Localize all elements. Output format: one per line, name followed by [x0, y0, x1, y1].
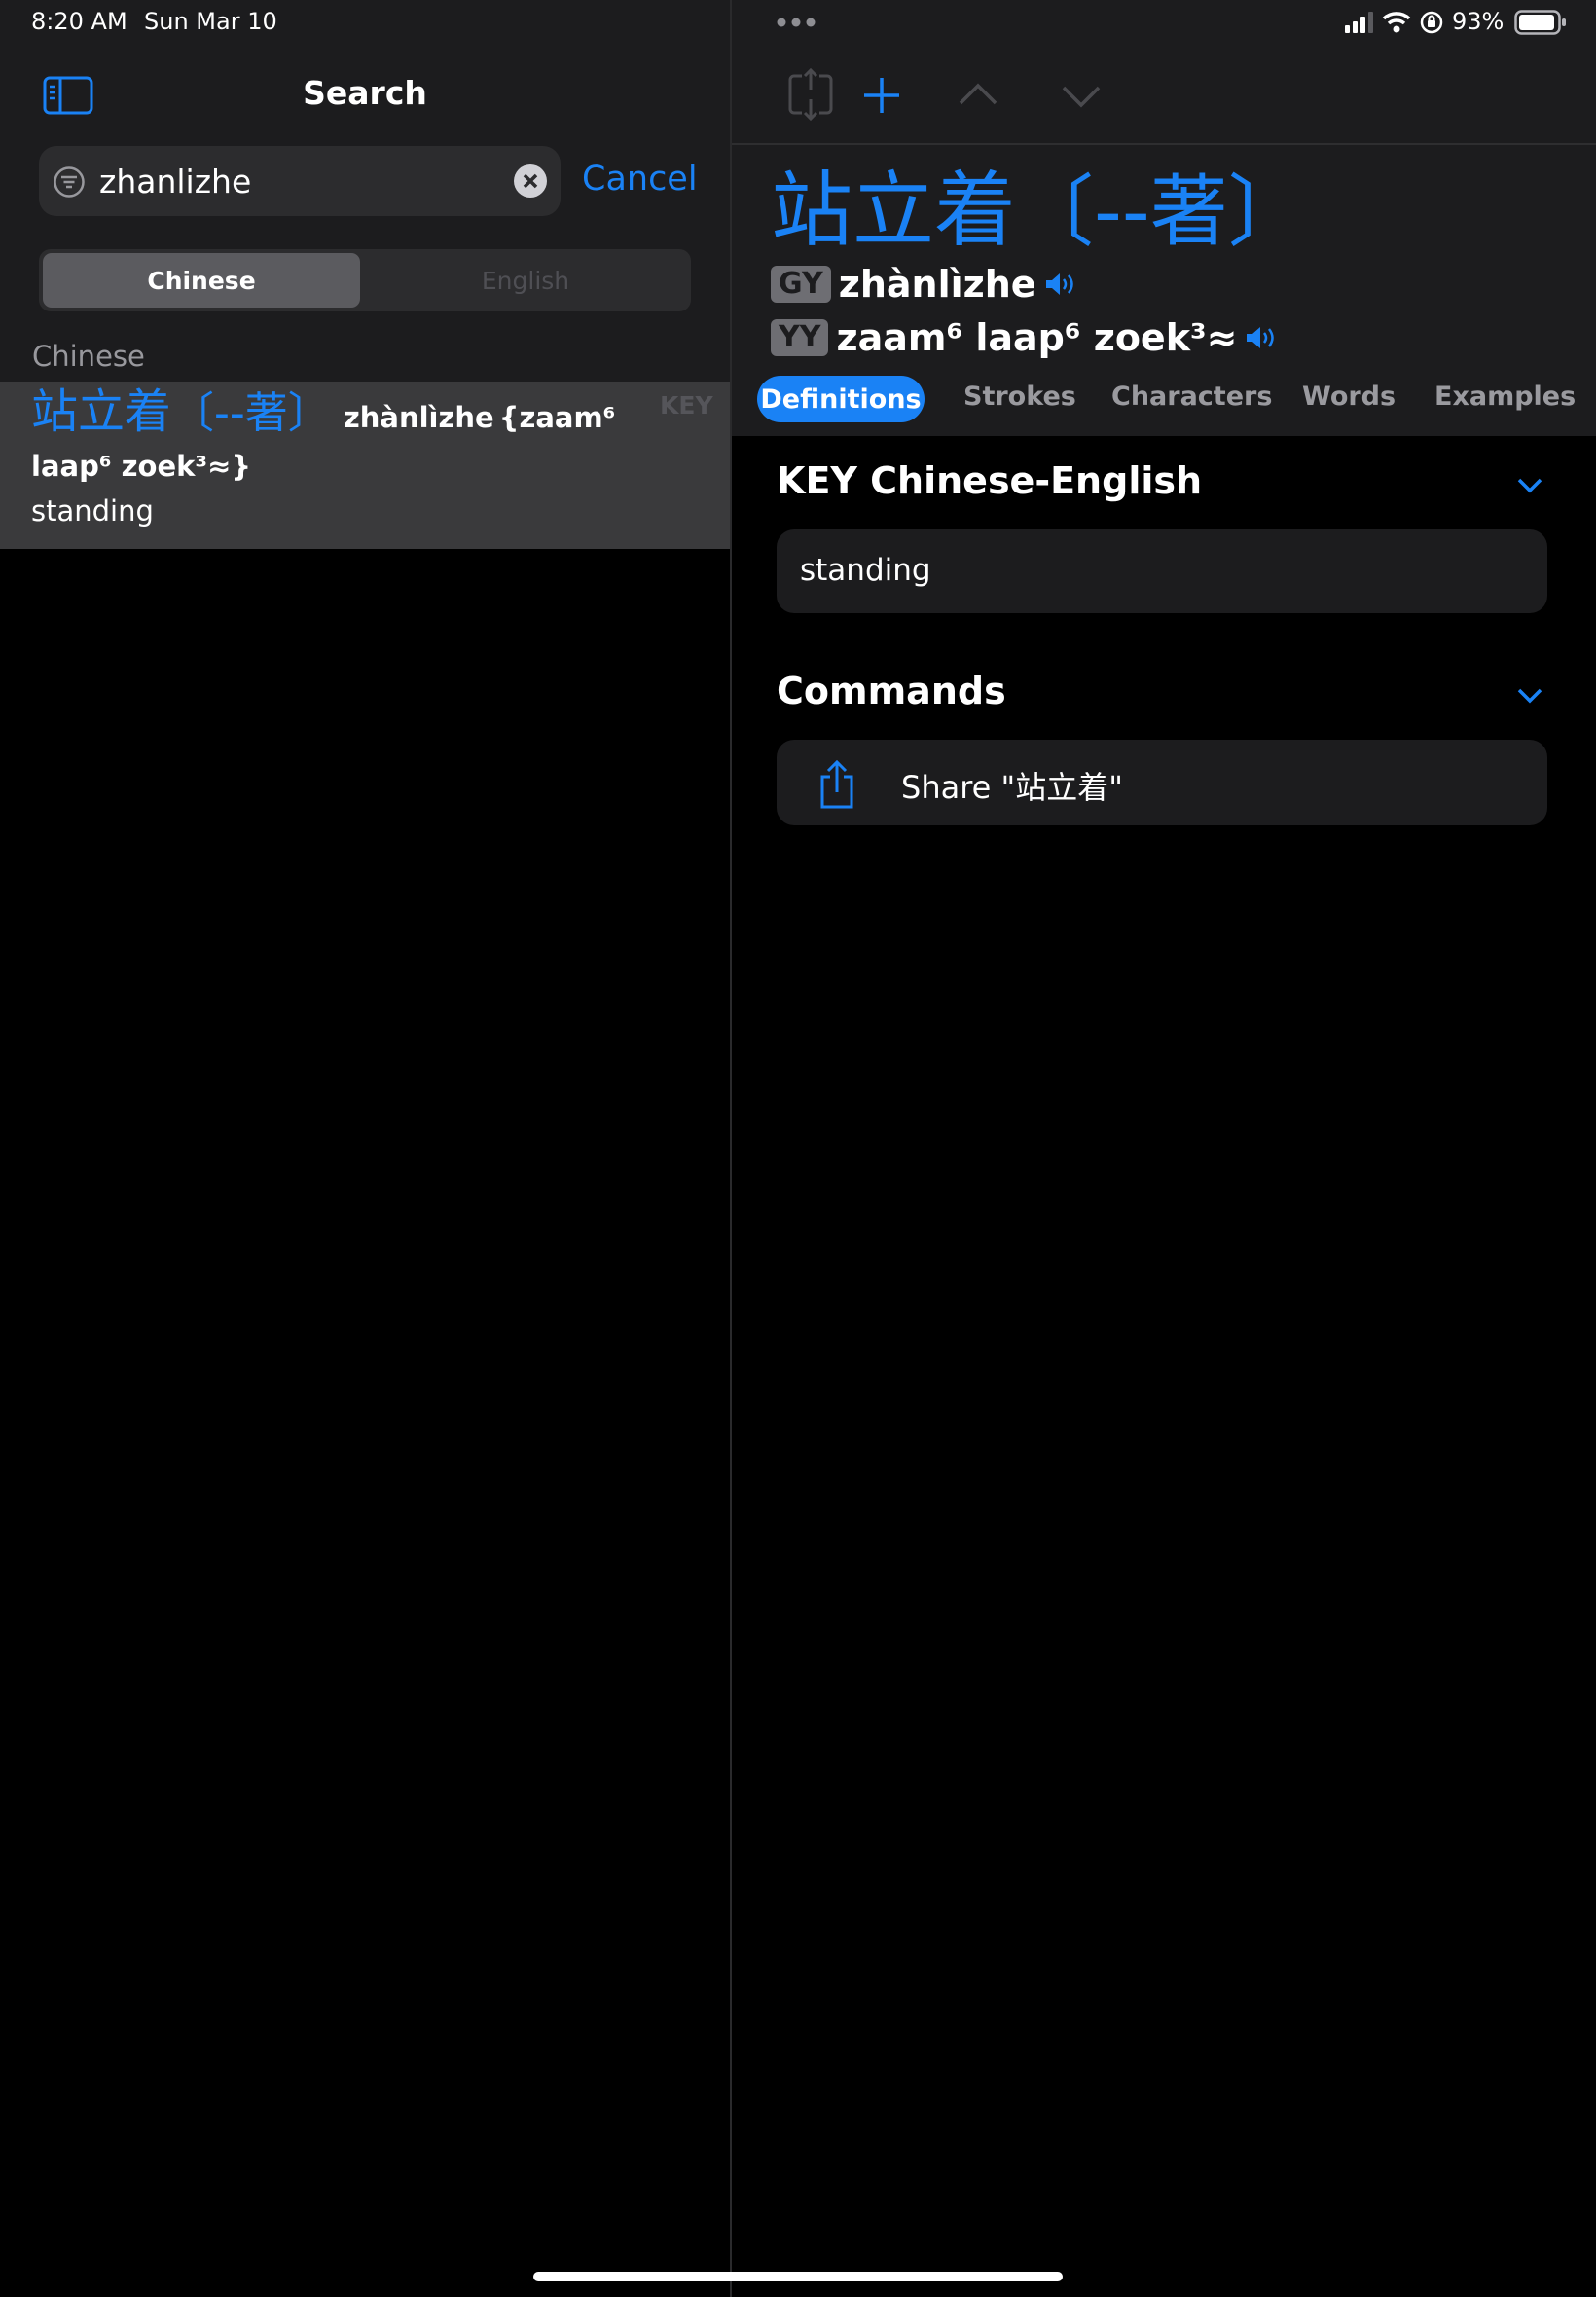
share-icon[interactable]	[817, 759, 856, 810]
orientation-lock-icon	[1420, 11, 1443, 34]
yy-badge: YY	[771, 319, 829, 356]
segment-english[interactable]: English	[364, 253, 687, 308]
definitions-section-title: KEY Chinese-English	[777, 459, 1203, 502]
result-jyutping-line2: laap⁶ zoek³≈}	[31, 450, 252, 483]
mandarin-reading: GY zhànlìzhe	[771, 263, 1077, 306]
tab-definitions[interactable]: Definitions	[757, 376, 925, 422]
search-input[interactable]: zhanlizhe	[39, 146, 561, 216]
result-definition: standing	[31, 494, 154, 528]
battery-icon	[1514, 10, 1566, 35]
speaker-icon[interactable]	[1044, 271, 1077, 298]
search-sidebar: 8:20 AM Sun Mar 10 Search zhanlizhe Canc…	[0, 0, 730, 2297]
cancel-button[interactable]: Cancel	[582, 160, 698, 199]
wifi-icon	[1382, 12, 1411, 33]
segment-chinese[interactable]: Chinese	[43, 253, 360, 308]
entry-detail-pane: 93% 站立着〔--著〕 GY zhànlìzhe YY zaam⁶ laap⁶…	[732, 0, 1596, 2297]
result-source-tag: KEY	[660, 391, 713, 419]
search-input-value[interactable]: zhanlizhe	[99, 163, 251, 201]
swap-icon	[788, 68, 833, 121]
result-hanzi: 站立着	[31, 384, 172, 439]
tab-words[interactable]: Words	[1302, 382, 1396, 412]
signal-icon	[1345, 12, 1373, 33]
chevron-up-icon	[959, 83, 998, 105]
entry-jyutping: zaam⁶ laap⁶ zoek³≈	[836, 316, 1238, 359]
search-result-row[interactable]: 站立着〔--著〕 zhànlìzhe {zaam⁶ laap⁶ zoek³≈} …	[0, 382, 730, 549]
home-indicator[interactable]	[533, 2272, 1063, 2281]
definition-card: standing	[777, 529, 1547, 613]
tab-characters[interactable]: Characters	[1111, 382, 1272, 412]
result-jyutping-line1: {zaam⁶	[498, 401, 616, 434]
battery-percent: 93%	[1452, 8, 1505, 35]
entry-variant: 〔--著〕	[1016, 166, 1306, 257]
language-segmented-control[interactable]: Chinese English	[39, 249, 691, 311]
share-label[interactable]: Share "站立着"	[901, 763, 1123, 808]
status-time: 8:20 AM	[31, 8, 127, 35]
result-headword: 站立着〔--著〕 zhànlìzhe {zaam⁶	[31, 388, 693, 443]
clear-icon[interactable]	[514, 164, 547, 198]
status-date: Sun Mar 10	[144, 8, 277, 35]
result-variant: 〔--著〕	[171, 388, 331, 438]
tab-strokes[interactable]: Strokes	[963, 382, 1076, 412]
results-section-header: Chinese	[0, 331, 730, 382]
commands-section-title: Commands	[777, 670, 1006, 712]
section-header-label: Chinese	[32, 340, 145, 373]
chevron-down-icon	[1062, 86, 1101, 108]
definition-text: standing	[800, 553, 931, 588]
result-pinyin: zhànlìzhe	[343, 401, 494, 434]
chevron-down-icon[interactable]	[1516, 687, 1543, 705]
share-command-button[interactable]: Share "站立着"	[777, 740, 1547, 825]
entry-hanzi: 站立着	[771, 163, 1017, 258]
sidebar-title: Search	[303, 74, 427, 112]
speaker-icon[interactable]	[1245, 324, 1278, 351]
entry-pinyin: zhànlìzhe	[838, 263, 1036, 306]
filter-icon[interactable]	[53, 165, 86, 199]
gy-badge: GY	[771, 266, 831, 303]
plus-icon[interactable]	[862, 76, 901, 115]
cantonese-reading: YY zaam⁶ laap⁶ zoek³≈	[771, 316, 1278, 359]
chevron-down-icon[interactable]	[1516, 477, 1543, 494]
tab-examples[interactable]: Examples	[1434, 382, 1576, 412]
toolbar-separator	[732, 143, 1596, 145]
multitask-dots-icon[interactable]	[777, 18, 819, 27]
